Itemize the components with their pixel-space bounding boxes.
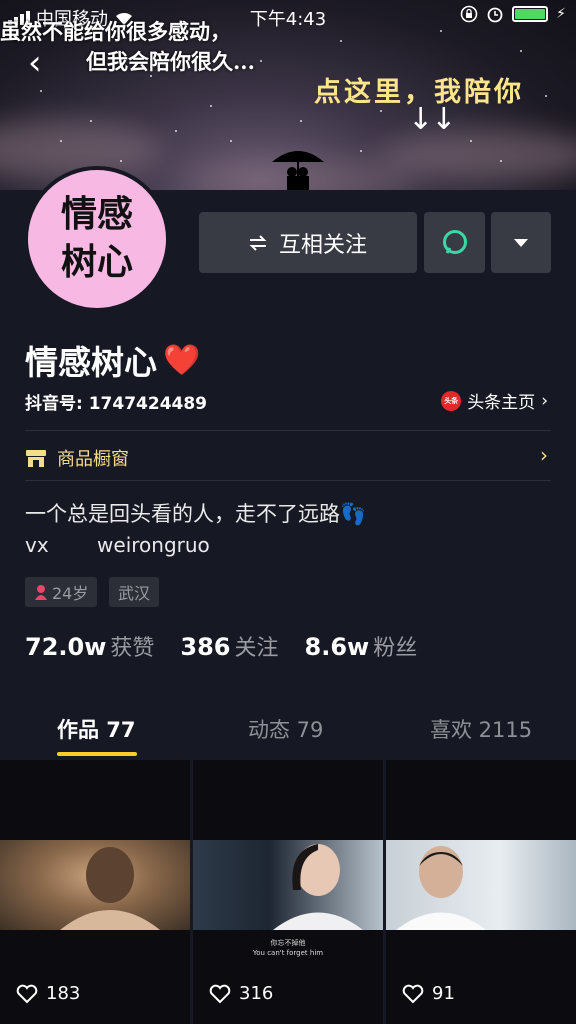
- stat-likes-value: 72.0w: [25, 633, 107, 661]
- toutiao-label: 头条主页: [467, 393, 536, 413]
- video-frame: [386, 840, 576, 930]
- video-grid: 183 你忘不掉他 You can't forget him 316 91: [0, 760, 576, 1024]
- more-button[interactable]: [491, 212, 551, 273]
- avatar[interactable]: 情感 树心: [24, 166, 170, 312]
- toutiao-homepage-link[interactable]: 头条 头条主页 ›: [441, 388, 548, 413]
- shop-label: 商品橱窗: [57, 449, 129, 470]
- video-caption-cn: 你忘不掉他: [270, 939, 306, 947]
- video-thumbnail[interactable]: 183: [0, 760, 190, 1024]
- heart-outline-icon: [402, 984, 424, 1003]
- banner-text-2: 但我会陪你很久...: [86, 49, 255, 74]
- tab-active-indicator: [57, 752, 137, 756]
- like-count: 316: [209, 983, 273, 1004]
- shop-chevron-icon: ›: [540, 443, 548, 467]
- profile-name-text: 情感树心: [25, 343, 157, 382]
- like-count: 183: [16, 983, 80, 1004]
- profile-banner: 中国移动 下午4:43 ⚡ ‹ 虽然不能给你很多感动， 但我会陪你很久... 点…: [0, 0, 576, 190]
- caret-down-icon: [514, 238, 528, 247]
- follow-button-label: 互相关注: [278, 232, 367, 258]
- person-silhouette: [60, 847, 160, 930]
- tab-likes[interactable]: 喜欢 2115: [430, 714, 532, 744]
- back-icon[interactable]: ‹: [28, 46, 42, 80]
- stat-following-label: 关注: [234, 636, 279, 661]
- chat-bubble-icon: [442, 229, 467, 254]
- stat-following[interactable]: 386 关注: [180, 630, 278, 662]
- video-caption-en: You can't forget him: [252, 949, 324, 957]
- douyin-id: 抖音号: 1747424489: [25, 394, 208, 414]
- avatar-text-2: 树心: [60, 242, 133, 283]
- heart-outline-icon: [16, 984, 38, 1003]
- heart-outline-icon: [209, 984, 231, 1003]
- stat-likes: 72.0w 获赞: [25, 630, 154, 662]
- stat-followers-label: 粉丝: [373, 636, 418, 661]
- stat-following-value: 386: [180, 633, 231, 661]
- age-tag: 24岁: [25, 577, 98, 607]
- chevron-right-icon: ›: [541, 390, 548, 411]
- umbrella-couple-icon: [272, 151, 324, 190]
- divider: [25, 430, 551, 431]
- alarm-icon: [487, 7, 503, 23]
- video-caption: 你忘不掉他 You can't forget him: [193, 938, 383, 958]
- heart-icon: ❤️: [163, 342, 201, 378]
- banner-arrows: ↓↓: [408, 102, 456, 137]
- stats-row: 72.0w 获赞 386 关注 8.6w 粉丝: [25, 630, 417, 662]
- swap-icon: [249, 234, 267, 251]
- stat-followers-value: 8.6w: [304, 633, 370, 661]
- orientation-lock-icon: [460, 5, 478, 23]
- like-count-value: 316: [239, 983, 274, 1004]
- bio-vx: vx: [25, 533, 49, 557]
- tab-posts[interactable]: 动态 79: [248, 714, 323, 744]
- bio-line-1: 一个总是回头看的人，走不了远路👣: [25, 502, 367, 526]
- video-frame: [0, 840, 190, 930]
- age-label: 24岁: [52, 584, 89, 603]
- shop-window-link[interactable]: 商品橱窗: [25, 445, 129, 471]
- like-count-value: 183: [46, 983, 81, 1004]
- divider: [25, 480, 551, 481]
- like-count: 91: [402, 983, 455, 1004]
- mutual-follow-button[interactable]: 互相关注: [199, 212, 417, 273]
- stat-followers[interactable]: 8.6w 粉丝: [305, 630, 418, 662]
- tab-works[interactable]: 作品 77: [57, 714, 136, 744]
- battery-icon: [512, 6, 549, 22]
- person-silhouette: [396, 846, 486, 930]
- like-count-value: 91: [432, 983, 455, 1004]
- toutiao-icon: 头条: [441, 390, 462, 411]
- message-button[interactable]: [424, 212, 485, 273]
- content-tabs: 作品 77 动态 79 喜欢 2115: [0, 706, 576, 758]
- person-silhouette: [273, 844, 363, 930]
- avatar-text-1: 情感: [60, 194, 133, 235]
- bio-wechat-id: weirongruo: [97, 533, 210, 557]
- female-icon: [35, 585, 47, 600]
- video-thumbnail[interactable]: 91: [386, 760, 576, 1024]
- location-label: 武汉: [118, 584, 151, 603]
- video-thumbnail[interactable]: 你忘不掉他 You can't forget him 316: [193, 760, 383, 1024]
- profile-name: 情感树心 ❤️: [25, 336, 200, 384]
- banner-text-1: 虽然不能给你很多感动，: [0, 19, 231, 44]
- charging-icon: ⚡: [556, 6, 566, 22]
- video-frame: [193, 840, 383, 930]
- location-tag: 武汉: [109, 577, 160, 607]
- bio-line-2: vx weirongruo: [25, 533, 210, 557]
- shop-icon: [26, 450, 46, 467]
- stat-likes-label: 获赞: [110, 636, 155, 661]
